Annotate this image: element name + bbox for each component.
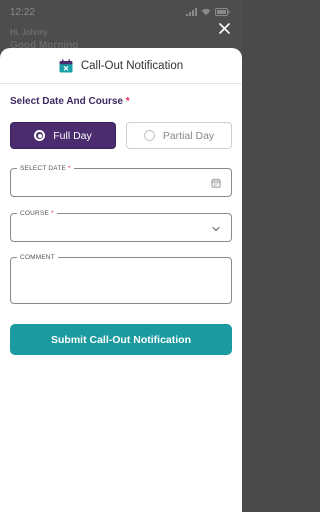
radio-unselected-icon: [143, 130, 155, 141]
call-out-sheet: Call-Out Notification Select Date And Co…: [0, 48, 242, 512]
calendar-cancel-icon: [59, 59, 73, 72]
comment-field[interactable]: COMMENT: [10, 253, 232, 304]
full-day-label: Full Day: [53, 129, 92, 142]
calendar-icon: [211, 178, 221, 188]
chevron-down-icon: [212, 226, 220, 232]
radio-selected-icon: [34, 130, 46, 141]
battery-icon: [215, 8, 230, 16]
signal-icon: [186, 8, 197, 16]
course-label: COURSE *: [17, 209, 57, 218]
sheet-title: Call-Out Notification: [80, 59, 184, 72]
required-mark: *: [125, 96, 130, 107]
comment-label: COMMENT: [17, 253, 58, 262]
full-day-option[interactable]: Full Day: [10, 122, 116, 149]
select-date-label: SELECT DATE *: [17, 164, 74, 173]
comment-input[interactable]: [11, 258, 231, 303]
sheet-header: Call-Out Notification: [0, 48, 242, 84]
status-time: 12:22: [10, 6, 36, 18]
section-label: Select Date And Course *: [10, 96, 130, 107]
close-button[interactable]: [216, 20, 232, 36]
status-icons: [186, 8, 230, 16]
course-select[interactable]: COURSE *: [10, 209, 232, 242]
submit-call-out-button[interactable]: Submit Call-Out Notification: [10, 324, 232, 355]
background-greeting: Hi, Johnny: [10, 28, 48, 37]
select-date-field[interactable]: SELECT DATE *: [10, 164, 232, 197]
section-label-text: Select Date And Course: [10, 96, 123, 107]
status-bar: 12:22: [0, 0, 242, 24]
partial-day-option[interactable]: Partial Day: [126, 122, 232, 149]
close-icon: [218, 22, 230, 34]
partial-day-label: Partial Day: [162, 129, 215, 142]
wifi-icon: [201, 8, 211, 16]
